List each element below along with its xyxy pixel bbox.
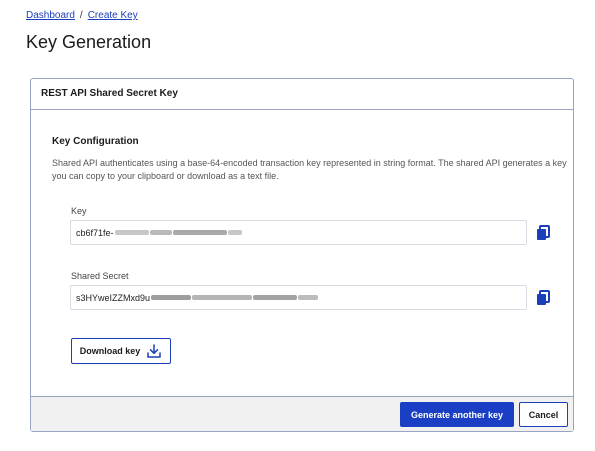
card-footer: Generate another key Cancel xyxy=(31,396,573,431)
breadcrumb: Dashboard / Create Key xyxy=(26,10,138,21)
breadcrumb-link-dashboard[interactable]: Dashboard xyxy=(26,10,75,21)
breadcrumb-separator: / xyxy=(79,10,83,21)
key-redaction xyxy=(114,230,149,235)
key-configuration-description: Shared API authenticates using a base-64… xyxy=(52,158,567,181)
download-key-label: Download key xyxy=(79,346,141,356)
card-body: Key Configuration Shared API authenticat… xyxy=(31,110,573,398)
key-label: Key xyxy=(71,206,87,216)
key-redaction xyxy=(227,230,242,235)
page-title: Key Generation xyxy=(26,32,152,52)
key-field[interactable]: cb6f71fe- xyxy=(70,220,527,245)
key-redaction xyxy=(149,230,172,235)
secret-redaction xyxy=(192,295,253,300)
key-redaction xyxy=(172,230,227,235)
generate-another-key-button[interactable]: Generate another key xyxy=(400,402,514,427)
shared-secret-card: REST API Shared Secret Key Key Configura… xyxy=(30,78,574,432)
copy-shared-secret-button[interactable] xyxy=(534,289,552,307)
breadcrumb-link-create-key[interactable]: Create Key xyxy=(88,10,138,21)
download-key-button[interactable]: Download key xyxy=(71,338,171,364)
secret-redaction xyxy=(253,295,298,300)
shared-secret-value: s3HYweIZZMxd9u xyxy=(76,292,151,303)
key-configuration-title: Key Configuration xyxy=(52,136,139,147)
secret-redaction xyxy=(151,295,192,300)
copy-key-button[interactable] xyxy=(534,224,552,242)
card-header: REST API Shared Secret Key xyxy=(31,79,573,110)
cancel-button[interactable]: Cancel xyxy=(519,402,568,427)
download-icon xyxy=(147,344,161,358)
copy-icon xyxy=(537,225,550,240)
shared-secret-field[interactable]: s3HYweIZZMxd9u xyxy=(70,285,527,310)
key-value: cb6f71fe- xyxy=(76,227,114,238)
copy-icon xyxy=(537,290,550,305)
shared-secret-label: Shared Secret xyxy=(71,271,129,281)
secret-redaction xyxy=(298,295,319,300)
